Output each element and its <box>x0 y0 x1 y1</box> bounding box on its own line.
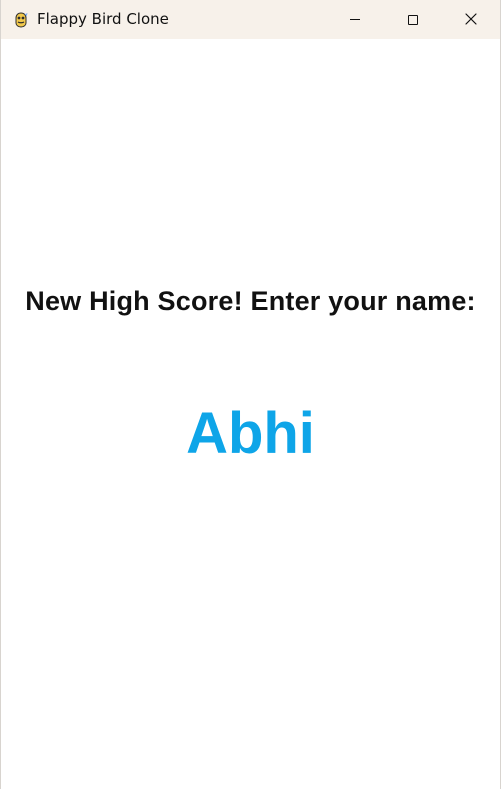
pygame-snake-icon <box>12 11 30 29</box>
maximize-icon <box>408 14 418 25</box>
player-name-entry[interactable]: Abhi <box>1 405 500 463</box>
game-canvas[interactable]: New High Score! Enter your name: Abhi <box>1 39 500 789</box>
window-title: Flappy Bird Clone <box>37 10 169 28</box>
maximize-button[interactable] <box>384 0 442 39</box>
app-window: Flappy Bird Clone New High Score! Enter … <box>0 0 501 789</box>
minimize-button[interactable] <box>326 0 384 39</box>
title-bar[interactable]: Flappy Bird Clone <box>1 0 500 39</box>
close-icon <box>465 10 477 29</box>
close-button[interactable] <box>442 0 500 39</box>
minimize-icon <box>350 19 360 20</box>
high-score-prompt: New High Score! Enter your name: <box>25 286 476 316</box>
window-controls <box>326 0 500 39</box>
